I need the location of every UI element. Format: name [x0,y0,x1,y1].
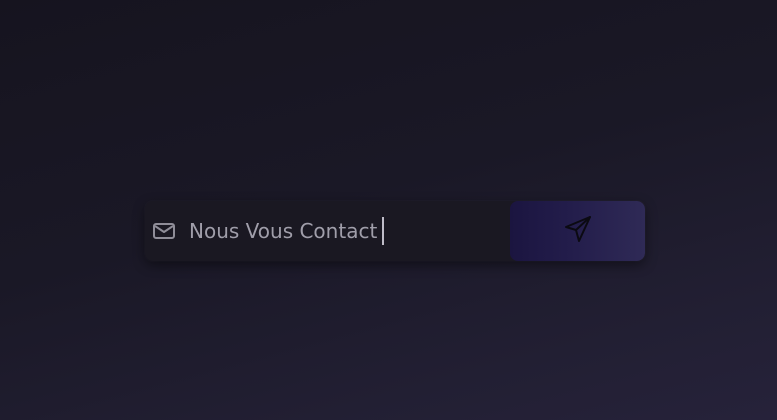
send-button[interactable] [510,201,645,261]
send-icon [563,214,593,248]
contact-input-value: Nous Vous Contact [189,219,378,243]
contact-input[interactable]: Nous Vous Contact [176,201,510,261]
mail-icon [152,219,176,243]
text-caret [382,217,385,245]
contact-form: Nous Vous Contact [145,201,645,261]
